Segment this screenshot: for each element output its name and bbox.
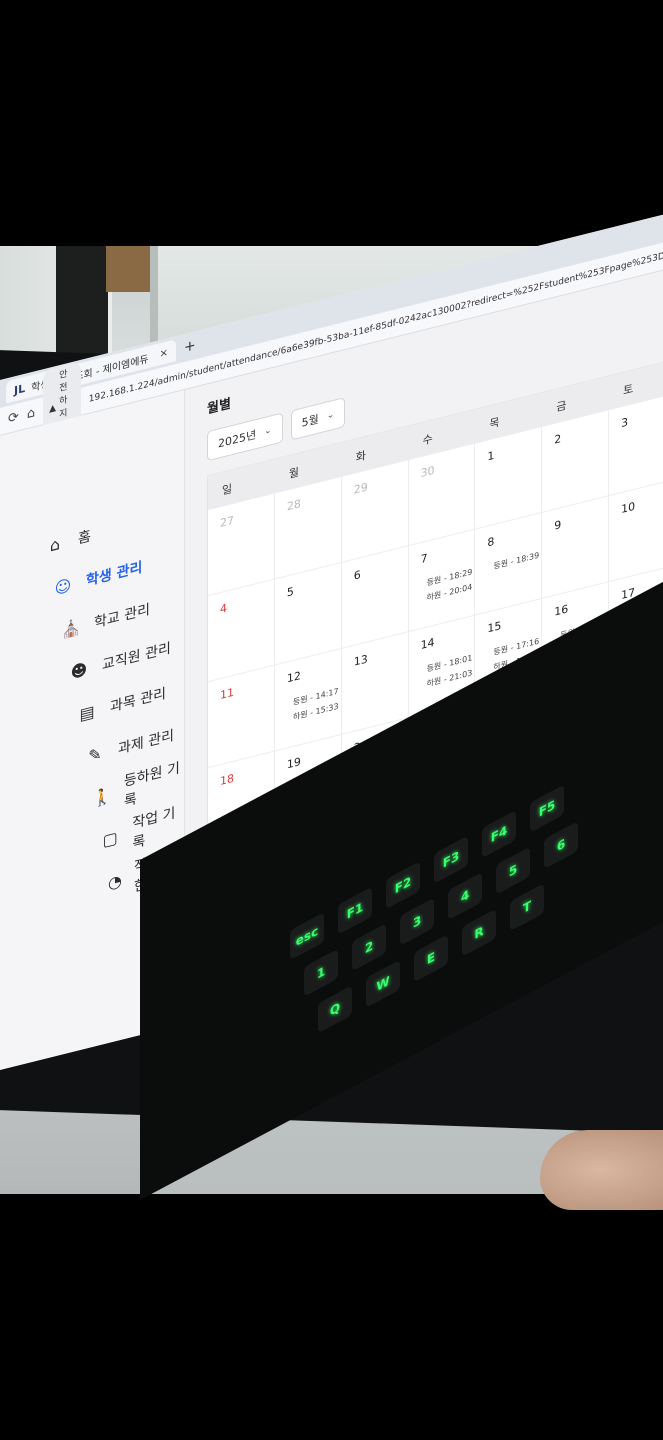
day-number: 3: [621, 415, 629, 431]
day-number: 9: [554, 518, 562, 533]
day-number: 14: [420, 635, 435, 653]
keyboard-key[interactable]: 6: [544, 821, 578, 870]
site-logo-icon: JL: [14, 381, 26, 398]
day-number: 2: [554, 432, 562, 447]
pencil-icon: ✎: [88, 743, 102, 766]
month-select-value: 5월: [301, 412, 319, 430]
keyboard-key[interactable]: 5: [496, 846, 530, 895]
attendance-record: 등원 - 14:17 하원 - 15:33: [293, 684, 339, 725]
day-number: 5: [286, 584, 294, 600]
day-number: 11: [220, 685, 234, 703]
keyboard-key[interactable]: T: [510, 883, 544, 932]
keyboard-key[interactable]: W: [366, 959, 400, 1008]
sidebar-item-label: 홈: [78, 528, 91, 548]
new-tab-icon[interactable]: +: [184, 337, 196, 356]
day-number: 12: [286, 668, 301, 686]
day-number: 15: [487, 618, 502, 636]
keyboard-key[interactable]: Q: [318, 985, 352, 1034]
pie-icon: ◔: [108, 870, 122, 893]
home-icon[interactable]: ⌂: [27, 405, 35, 422]
chevron-down-icon: ⌄: [264, 425, 272, 438]
attendance-record: 등원 - 18:29 하원 - 20:04: [427, 564, 473, 605]
year-select[interactable]: 2025년 ⌄: [207, 412, 283, 462]
day-number: 6: [353, 568, 361, 583]
day-number: 1: [487, 448, 495, 464]
finger: [540, 1130, 663, 1210]
pillar: [56, 246, 108, 366]
keyboard-key[interactable]: 2: [352, 923, 386, 972]
day-number: 27: [220, 513, 234, 531]
sidebar-item-label: 과제 관리: [118, 727, 174, 758]
books-icon: ▤: [79, 700, 95, 724]
attendance-record: 등원 - 18:39: [493, 548, 539, 574]
teacher-icon: ☻: [70, 658, 88, 682]
walking-icon: 🚶: [92, 784, 112, 809]
day-number: 8: [487, 534, 495, 550]
check-in-time: 등원 - 18:39: [493, 550, 540, 571]
keyboard-key[interactable]: R: [462, 908, 496, 957]
sidebar-item-label: 교직원 관리: [102, 640, 171, 674]
keyboard-key[interactable]: F5: [530, 784, 564, 833]
home-icon: ⌂: [49, 533, 61, 556]
sidebar-item-label: 과목 관리: [110, 685, 166, 716]
day-number: 28: [286, 496, 301, 514]
day-number: 30: [420, 463, 435, 481]
day-number: 10: [621, 499, 636, 517]
keyboard-key[interactable]: F4: [482, 810, 516, 859]
reload-icon[interactable]: ⟳: [8, 409, 19, 427]
day-number: 4: [220, 601, 227, 617]
keyboard-key[interactable]: E: [414, 934, 448, 983]
sidebar-item-label: 학생 관리: [86, 559, 143, 590]
month-select[interactable]: 5월 ⌄: [290, 396, 346, 441]
chevron-down-icon: ⌄: [326, 409, 335, 422]
keyboard-key[interactable]: F1: [338, 886, 372, 935]
day-number: 29: [353, 480, 368, 497]
keyboard-key[interactable]: esc: [290, 912, 324, 961]
day-number: 7: [420, 551, 428, 567]
attendance-record: 등원 - 18:01 하원 - 21:03: [427, 650, 473, 691]
sidebar-item-label: 학교 관리: [94, 601, 150, 632]
keyboard-key[interactable]: 3: [400, 897, 434, 946]
day-number: 13: [353, 652, 368, 669]
clipboard-icon: ▢: [102, 827, 118, 850]
warning-icon: ▲: [49, 402, 57, 415]
student-icon: ☺: [54, 574, 72, 598]
school-icon: ⛪: [61, 616, 81, 641]
keyboard-key[interactable]: F3: [434, 835, 468, 884]
keyboard-key[interactable]: 4: [448, 872, 482, 921]
calendar-day-cell[interactable]: 3: [609, 393, 663, 497]
keyboard-key[interactable]: F2: [386, 861, 420, 910]
close-tab-icon[interactable]: ×: [160, 347, 168, 360]
day-number: 18: [220, 771, 234, 789]
keyboard-key[interactable]: 1: [304, 948, 338, 997]
year-select-value: 2025년: [218, 428, 257, 451]
calendar-day-cell[interactable]: 10: [609, 479, 663, 583]
